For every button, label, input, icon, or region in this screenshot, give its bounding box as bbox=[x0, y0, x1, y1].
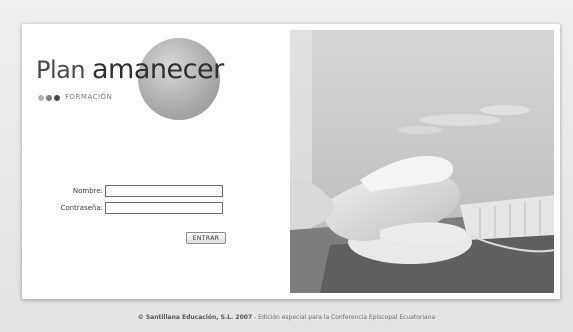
hand-on-mouse-photo bbox=[290, 30, 554, 293]
logo-word-amanecer: amanecer bbox=[92, 54, 224, 85]
nombre-input[interactable] bbox=[105, 184, 223, 197]
password-label: Contraseña: bbox=[60, 203, 103, 212]
plan-amanecer-logo: Plan amanecer FORMACIÓN bbox=[36, 38, 224, 120]
password-input[interactable] bbox=[105, 201, 223, 214]
footer-note: Edición especial para la Conferencia Epi… bbox=[258, 314, 436, 321]
logo-subtitle: FORMACIÓN bbox=[65, 93, 113, 101]
login-card: Plan amanecer FORMACIÓN Nombre: Contrase… bbox=[22, 24, 560, 299]
footer: © Santillana Educación, S.L. 2007 - Edic… bbox=[0, 314, 573, 321]
nombre-row: Nombre: bbox=[23, 184, 223, 197]
footer-copyright: © Santillana Educación, S.L. 2007 bbox=[137, 314, 253, 321]
logo-word-plan: Plan bbox=[36, 56, 86, 84]
password-row: Contraseña: bbox=[23, 201, 223, 214]
nombre-label: Nombre: bbox=[72, 186, 103, 195]
entrar-button[interactable]: ENTRAR bbox=[186, 232, 226, 244]
logo-dots-icon bbox=[38, 95, 60, 101]
